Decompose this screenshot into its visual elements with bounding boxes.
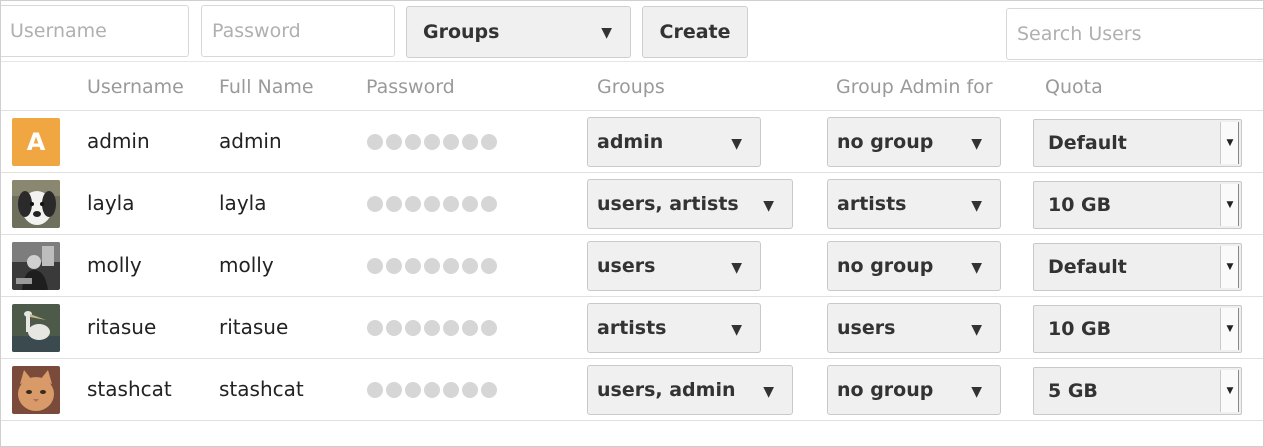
password-dots[interactable] — [367, 382, 497, 398]
column-header-groups: Groups — [597, 76, 665, 98]
chevron-down-icon: ▼ — [731, 322, 742, 338]
create-user-button[interactable]: Create — [642, 6, 748, 58]
table-row: stashcat stashcat users, admin ▼ no group… — [1, 359, 1263, 421]
groups-select[interactable]: users ▼ — [587, 241, 761, 291]
dog-photo-avatar — [12, 180, 60, 228]
dropdown-arrow-icon: ▼ — [1220, 370, 1239, 412]
chevron-down-icon: ▼ — [731, 136, 742, 152]
column-header-quota: Quota — [1045, 76, 1103, 98]
groups-select[interactable]: admin ▼ — [587, 117, 761, 167]
groups-select-label: Groups — [423, 21, 500, 43]
groups-select[interactable]: users, admin ▼ — [587, 365, 793, 415]
password-dots[interactable] — [367, 320, 497, 336]
chevron-down-icon: ▼ — [971, 384, 982, 400]
table-row: ritasue ritasue artists ▼ users ▼ 10 GB ▼ — [1, 297, 1263, 359]
group-admin-select[interactable]: no group ▼ — [827, 365, 1001, 415]
username-cell: stashcat — [87, 377, 172, 401]
table-row: molly molly users ▼ no group ▼ Default ▼ — [1, 235, 1263, 297]
dropdown-arrow-icon: ▼ — [1220, 184, 1239, 226]
column-header-group-admin: Group Admin for — [836, 76, 993, 98]
letter-avatar: A — [12, 118, 60, 166]
fullname-cell[interactable]: ritasue — [219, 315, 288, 339]
table-header: Username Full Name Password Groups Group… — [1, 61, 1263, 111]
user-management-panel: Groups ▼ Create Username Full Name Passw… — [0, 0, 1264, 447]
table-row: layla layla users, artists ▼ artists ▼ 10 … — [1, 173, 1263, 235]
fullname-cell[interactable]: stashcat — [219, 377, 304, 401]
group-admin-select[interactable]: users ▼ — [827, 303, 1001, 353]
username-cell: admin — [87, 129, 150, 153]
person-photo-avatar — [12, 242, 60, 290]
search-users-input[interactable] — [1006, 8, 1263, 60]
password-dots[interactable] — [367, 258, 497, 274]
dropdown-arrow-icon: ▼ — [1220, 122, 1239, 164]
groups-select[interactable]: artists ▼ — [587, 303, 761, 353]
username-cell: layla — [87, 191, 135, 215]
fullname-cell[interactable]: molly — [219, 253, 274, 277]
new-username-input[interactable] — [1, 5, 189, 57]
chevron-down-icon: ▼ — [971, 136, 982, 152]
group-admin-select[interactable]: artists ▼ — [827, 179, 1001, 229]
username-cell: ritasue — [87, 315, 157, 339]
chevron-down-icon: ▼ — [601, 25, 612, 41]
column-header-password: Password — [366, 76, 455, 98]
chevron-down-icon: ▼ — [763, 384, 774, 400]
cat-photo-avatar — [12, 366, 60, 414]
fullname-cell[interactable]: layla — [219, 191, 266, 215]
quota-select[interactable]: Default ▼ — [1033, 243, 1242, 291]
password-dots[interactable] — [367, 134, 497, 150]
chevron-down-icon: ▼ — [763, 198, 774, 214]
dropdown-arrow-icon: ▼ — [1220, 246, 1239, 288]
table-row: A admin admin admin ▼ no group ▼ Default ▼ — [1, 111, 1263, 173]
chevron-down-icon: ▼ — [971, 260, 982, 276]
new-user-groups-select[interactable]: Groups ▼ — [406, 6, 631, 58]
quota-select[interactable]: 10 GB ▼ — [1033, 181, 1242, 229]
dropdown-arrow-icon: ▼ — [1220, 308, 1239, 350]
password-dots[interactable] — [367, 196, 497, 212]
fullname-cell[interactable]: admin — [219, 129, 282, 153]
quota-select[interactable]: 10 GB ▼ — [1033, 305, 1242, 353]
column-header-full-name: Full Name — [219, 76, 314, 98]
groups-select[interactable]: users, artists ▼ — [587, 179, 793, 229]
username-cell: molly — [87, 253, 142, 277]
group-admin-select[interactable]: no group ▼ — [827, 241, 1001, 291]
pelican-photo-avatar — [12, 304, 60, 352]
chevron-down-icon: ▼ — [731, 260, 742, 276]
chevron-down-icon: ▼ — [971, 198, 982, 214]
chevron-down-icon: ▼ — [971, 322, 982, 338]
column-header-username: Username — [87, 76, 184, 98]
quota-select[interactable]: 5 GB ▼ — [1033, 367, 1242, 415]
group-admin-select[interactable]: no group ▼ — [827, 117, 1001, 167]
new-password-input[interactable] — [201, 5, 395, 57]
quota-select[interactable]: Default ▼ — [1033, 119, 1242, 167]
